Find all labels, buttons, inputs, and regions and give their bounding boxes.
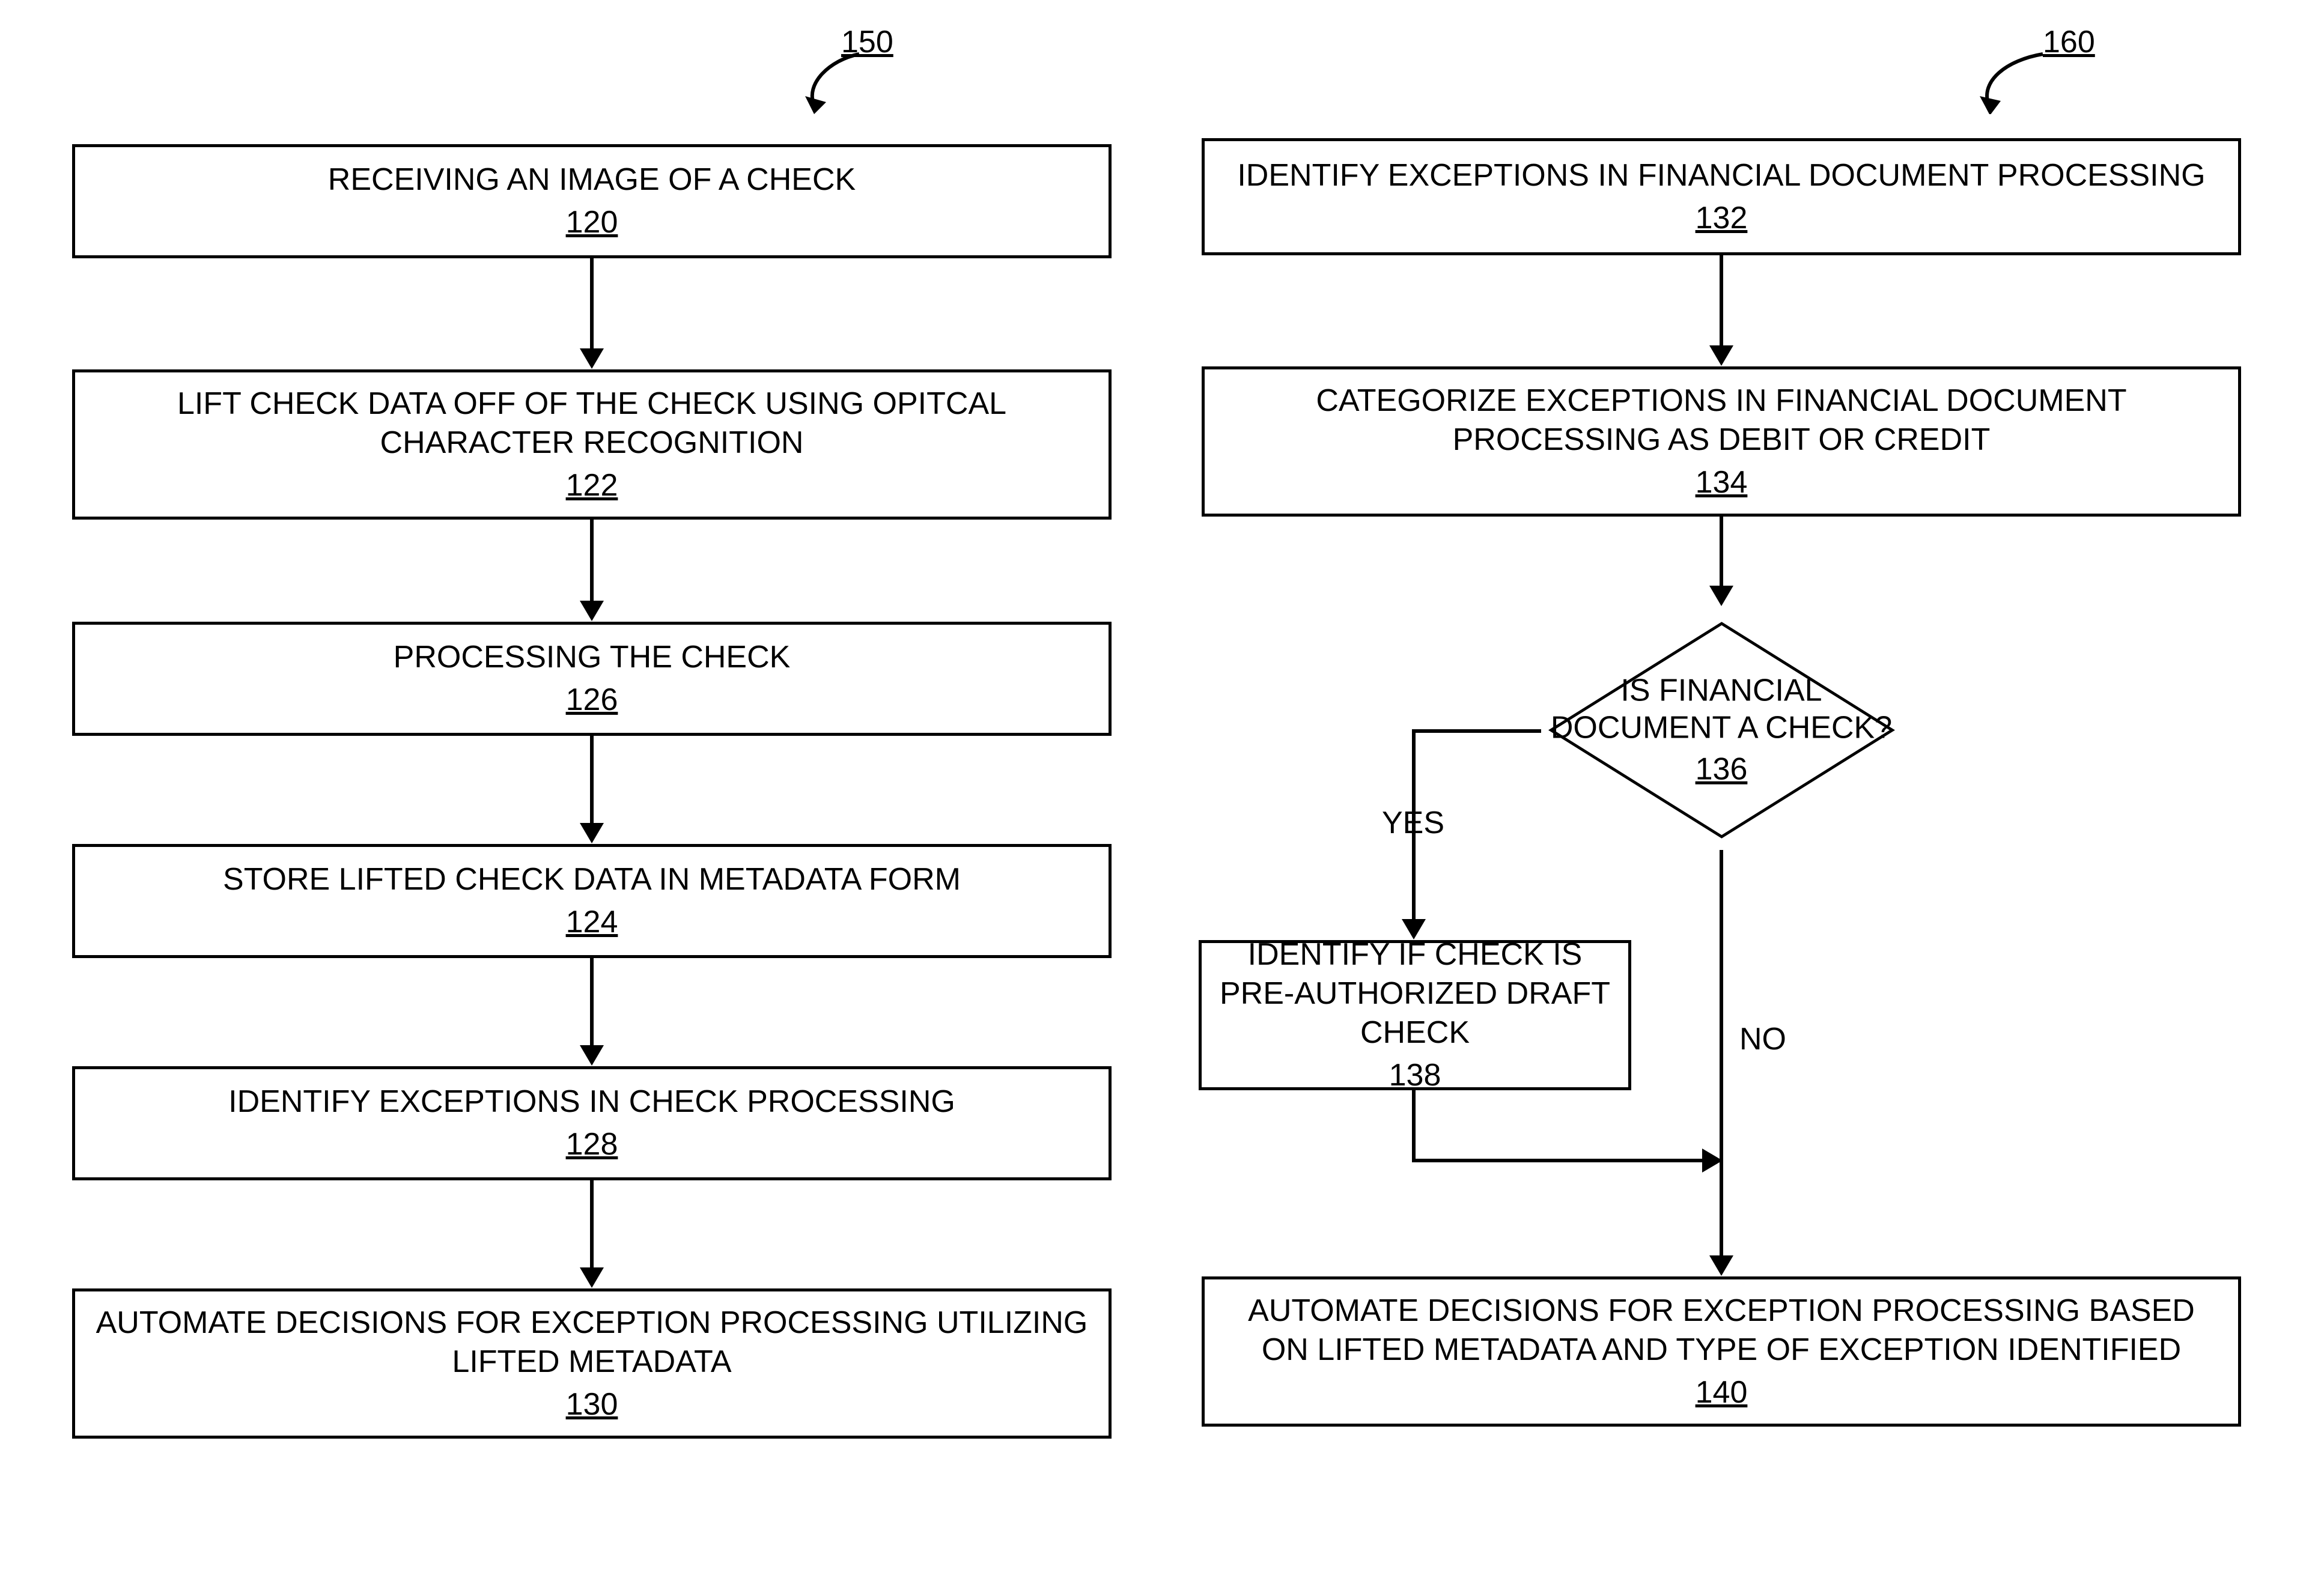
step-132-label: IDENTIFY EXCEPTIONS IN FINANCIAL DOCUMEN… [1237, 156, 2205, 195]
step-130-ref: 130 [566, 1385, 618, 1424]
arrowhead-down-icon [1709, 586, 1733, 606]
step-132-identify-exceptions: IDENTIFY EXCEPTIONS IN FINANCIAL DOCUMEN… [1202, 138, 2241, 255]
step-128-ref: 128 [566, 1125, 618, 1164]
step-134-categorize-exceptions: CATEGORIZE EXCEPTIONS IN FINANCIAL DOCUM… [1202, 366, 2241, 517]
connector [590, 520, 594, 604]
pointer-arrow-160 [1965, 48, 2061, 114]
arrowhead-down-icon [580, 601, 604, 621]
step-138-ref: 138 [1389, 1056, 1441, 1095]
decision-136-line2: DOCUMENT A CHECK? [1551, 709, 1892, 747]
decision-136-ref: 136 [1551, 750, 1892, 787]
decision-136-is-check: IS FINANCIAL DOCUMENT A CHECK? 136 [1538, 607, 1905, 853]
step-126-ref: 126 [566, 681, 618, 720]
edge-label-no: NO [1739, 1021, 1786, 1057]
arrowhead-down-icon [580, 348, 604, 369]
step-120-ref: 120 [566, 203, 618, 242]
decision-136-line1: IS FINANCIAL [1551, 672, 1892, 709]
edge-label-yes: YES [1382, 805, 1444, 841]
step-132-ref: 132 [1696, 199, 1748, 238]
step-124-ref: 124 [566, 903, 618, 942]
step-126-process-check: PROCESSING THE CHECK 126 [72, 622, 1112, 736]
connector [1720, 517, 1723, 589]
arrowhead-down-icon [580, 1045, 604, 1066]
step-140-ref: 140 [1696, 1373, 1748, 1412]
step-122-label: LIFT CHECK DATA OFF OF THE CHECK USING O… [93, 384, 1091, 463]
connector [1720, 850, 1723, 1258]
step-124-label: STORE LIFTED CHECK DATA IN METADATA FORM [223, 860, 961, 899]
arrowhead-down-icon [1709, 1255, 1733, 1276]
arrowhead-down-icon [580, 823, 604, 843]
step-120-receive-image: RECEIVING AN IMAGE OF A CHECK 120 [72, 144, 1112, 258]
step-134-label: CATEGORIZE EXCEPTIONS IN FINANCIAL DOCUM… [1223, 381, 2220, 460]
connector [590, 258, 594, 351]
connector [1412, 729, 1541, 733]
connector [590, 736, 594, 826]
step-124-store-metadata: STORE LIFTED CHECK DATA IN METADATA FORM… [72, 844, 1112, 958]
step-126-label: PROCESSING THE CHECK [394, 638, 791, 677]
pointer-arrow-150 [793, 48, 877, 114]
arrowhead-down-icon [1709, 345, 1733, 366]
step-130-automate-decisions: AUTOMATE DECISIONS FOR EXCEPTION PROCESS… [72, 1288, 1112, 1439]
step-138-preauthorized-check: IDENTIFY IF CHECK IS PRE-AUTHORIZED DRAF… [1199, 940, 1631, 1090]
step-122-ref: 122 [566, 466, 618, 505]
connector [1412, 1159, 1705, 1162]
step-140-label: AUTOMATE DECISIONS FOR EXCEPTION PROCESS… [1223, 1291, 2220, 1370]
step-128-label: IDENTIFY EXCEPTIONS IN CHECK PROCESSING [228, 1082, 955, 1121]
arrowhead-down-icon [580, 1267, 604, 1288]
connector [1720, 255, 1723, 348]
step-134-ref: 134 [1696, 463, 1748, 502]
connector [1412, 1090, 1416, 1162]
arrowhead-right-icon [1702, 1149, 1723, 1173]
canvas: 150 RECEIVING AN IMAGE OF A CHECK 120 LI… [0, 0, 2324, 1587]
step-122-ocr-lift: LIFT CHECK DATA OFF OF THE CHECK USING O… [72, 369, 1112, 520]
step-140-automate-decisions: AUTOMATE DECISIONS FOR EXCEPTION PROCESS… [1202, 1276, 2241, 1427]
connector [590, 1180, 594, 1270]
step-138-label: IDENTIFY IF CHECK IS PRE-AUTHORIZED DRAF… [1220, 935, 1610, 1052]
step-130-label: AUTOMATE DECISIONS FOR EXCEPTION PROCESS… [93, 1303, 1091, 1382]
connector [590, 958, 594, 1048]
step-120-label: RECEIVING AN IMAGE OF A CHECK [328, 160, 856, 199]
step-128-identify-exceptions: IDENTIFY EXCEPTIONS IN CHECK PROCESSING … [72, 1066, 1112, 1180]
